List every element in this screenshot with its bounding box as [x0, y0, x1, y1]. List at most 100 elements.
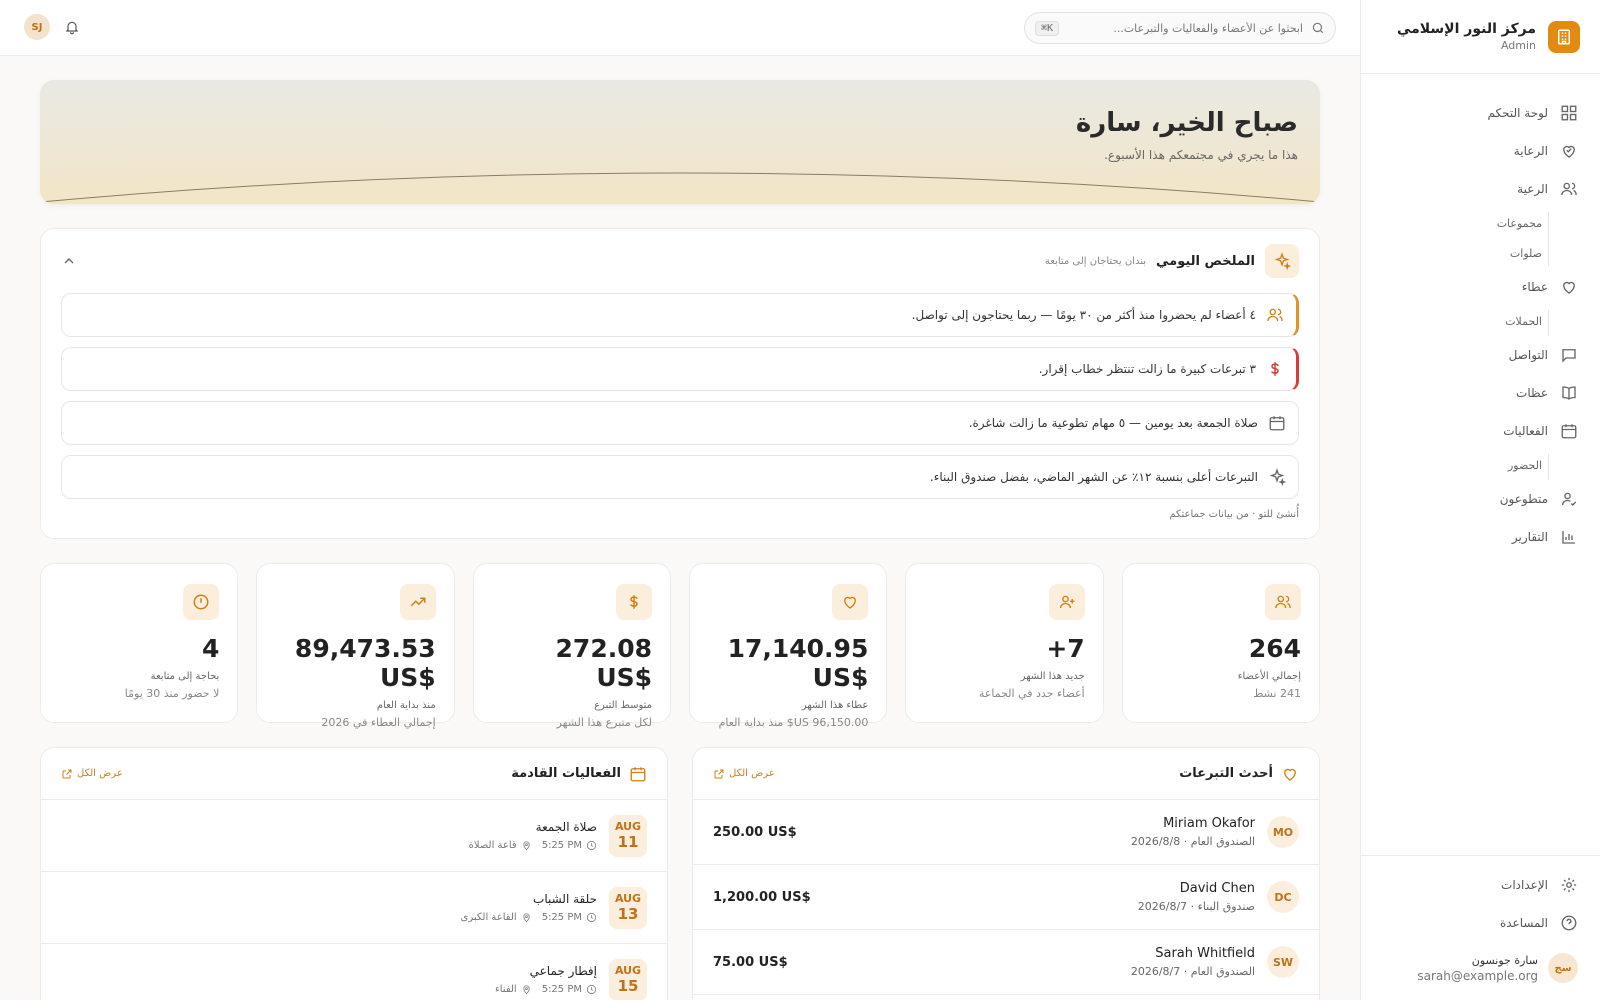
event-row[interactable]: AUG 11 صلاة الجمعة 5:25 PM قاعة الصلاة: [41, 800, 667, 872]
greeting-subtitle: هذا ما يجري في مجتمعكم هذا الأسبوع.: [1104, 148, 1298, 162]
donation-amount: 250.00 US$: [713, 824, 797, 840]
alert-item[interactable]: صلاة الجمعة بعد يومين — ٥ مهام تطوعية ما…: [61, 401, 1299, 445]
nav-sub-prayers[interactable]: صلوات: [1361, 238, 1578, 268]
nav-label: عطاء: [1521, 280, 1548, 294]
nav-sub-campaigns[interactable]: الحملات: [1361, 306, 1578, 336]
nav-help[interactable]: المساعدة: [1360, 904, 1578, 942]
donation-meta: صندوق البناء · 2026/8/7: [1137, 900, 1255, 913]
stats-row: 264 إجمالي الأعضاء 241 نشط +7 جديد هذا ا…: [40, 563, 1320, 729]
summary-title: الملخص اليومي: [1156, 253, 1255, 269]
stat-card-followup[interactable]: 4 بحاجة إلى متابعة لا حضور منذ 30 يومًا: [40, 563, 239, 723]
keyboard-shortcut: ⌘K: [1035, 20, 1060, 36]
nav-sub-attendance[interactable]: الحضور: [1361, 450, 1578, 480]
event-row[interactable]: AUG 13 حلقة الشباب 5:25 PM القاعة الكبرى: [41, 872, 667, 944]
nav-sermons[interactable]: عظات: [1361, 374, 1578, 412]
people-icon: [1265, 584, 1301, 620]
donation-row[interactable]: MO Miriam Okafor الصندوق العام · 2026/8/…: [693, 800, 1319, 865]
dollar-icon: [1271, 362, 1279, 376]
nav-volunteers[interactable]: متطوعون: [1361, 480, 1578, 518]
user-plus-icon: [1048, 584, 1085, 620]
gear-icon: [1561, 877, 1577, 893]
nav-care[interactable]: الرعاية: [1361, 132, 1578, 170]
event-place: القاعة الكبرى: [460, 912, 517, 923]
stat-card-avg-donation[interactable]: 272.08 US$ متوسط التبرع لكل متبرع هذا ال…: [472, 563, 672, 729]
location-icon: [522, 841, 530, 851]
stat-label: جديد هذا الشهر: [1020, 671, 1085, 682]
nav-label: لوحة التحكم: [1487, 106, 1549, 120]
nav-reports[interactable]: التقارير: [1361, 518, 1578, 556]
donation-meta: الصندوق العام · 2026/8/7: [1130, 965, 1255, 978]
donor-avatar: SW: [1267, 946, 1299, 978]
external-link-icon: [714, 769, 724, 778]
search-icon: [1312, 22, 1324, 34]
nav-communication[interactable]: التواصل: [1361, 336, 1578, 374]
nav-label: التقارير: [1511, 530, 1548, 544]
sidebar-bottom: الإعدادات المساعدة سج سارة جونسون sarah@…: [1360, 855, 1600, 1000]
help-icon: [1561, 915, 1577, 931]
nav-events[interactable]: الفعاليات: [1361, 412, 1578, 450]
search-box[interactable]: ⌘K: [1024, 12, 1336, 44]
stat-sub: أعضاء جدد في الجماعة: [978, 687, 1085, 700]
org-name: مركز النور الإسلامي: [1396, 21, 1536, 37]
alert-item[interactable]: التبرعات أعلى بنسبة ١٢٪ عن الشهر الماضي،…: [61, 455, 1299, 499]
recent-donations-panel: أحدث التبرعات عرض الكل MO Miriam Okafor …: [692, 747, 1320, 1000]
event-date-badge: AUG 13: [609, 886, 647, 929]
stat-sub: إجمالي العطاء في 2026: [321, 716, 436, 729]
alert-item[interactable]: ٣ تبرعات كبيرة ما زالت تنتظر خطاب إقرار.: [61, 347, 1299, 391]
bell-icon[interactable]: [64, 19, 80, 35]
stat-sub: لكل متبرع هذا الشهر: [556, 716, 653, 729]
stat-sub: 241 نشط: [1253, 687, 1301, 700]
event-day: 11: [617, 833, 639, 851]
nav-people[interactable]: الرعية: [1361, 170, 1578, 208]
chevron-up-icon[interactable]: [61, 253, 77, 269]
donation-amount: 75.00 US$: [713, 954, 788, 970]
event-time: 5:25 PM: [541, 984, 582, 995]
donor-avatar: MO: [1267, 816, 1299, 848]
main-nav: لوحة التحكم الرعاية الرعية مجموعات صلوات…: [1361, 74, 1600, 556]
settings-label: الإعدادات: [1501, 878, 1548, 892]
heart-icon: [1284, 768, 1296, 781]
stat-sub: 96,150.00 US$ منذ بداية العام: [718, 716, 869, 729]
panel-title: أحدث التبرعات: [1179, 766, 1273, 781]
dollar-icon: [616, 584, 653, 620]
calendar-icon: [630, 766, 646, 781]
nav-settings[interactable]: الإعدادات: [1360, 866, 1578, 904]
stat-value: 264: [1248, 634, 1301, 663]
stat-card-ytd[interactable]: 89,473.53 US$ منذ بداية العام إجمالي الع…: [256, 563, 455, 729]
message-icon: [1562, 349, 1576, 363]
event-row[interactable]: AUG 15 إفطار جماعي 5:25 PM الفناء: [41, 944, 667, 1000]
nav-dashboard[interactable]: لوحة التحكم: [1361, 94, 1578, 132]
event-time: 5:25 PM: [541, 840, 582, 851]
event-date-badge: AUG 15: [609, 958, 647, 1000]
trending-icon: [399, 584, 436, 620]
alert-text: التبرعات أعلى بنسبة ١٢٪ عن الشهر الماضي،…: [929, 470, 1258, 484]
event-month: AUG: [614, 892, 642, 905]
stat-card-members[interactable]: 264 إجمالي الأعضاء 241 نشط: [1121, 563, 1320, 723]
search-input[interactable]: [1067, 21, 1303, 35]
view-all-events-link[interactable]: عرض الكل: [61, 768, 123, 780]
sidebar: مركز النور الإسلامي Admin لوحة التحكم ال…: [1360, 0, 1600, 1000]
user-profile[interactable]: سج سارة جونسون sarah@example.org: [1360, 946, 1578, 990]
panels-row: أحدث التبرعات عرض الكل MO Miriam Okafor …: [40, 747, 1320, 1000]
event-title: حلقة الشباب: [533, 892, 597, 906]
brand[interactable]: مركز النور الإسلامي Admin: [1361, 0, 1600, 74]
donation-meta: الصندوق العام · 2026/8/8: [1130, 835, 1255, 848]
greeting-banner: صباح الخير، سارة هذا ما يجري في مجتمعكم …: [40, 80, 1320, 204]
event-title: صلاة الجمعة: [535, 820, 597, 834]
view-all-label: عرض الكل: [77, 768, 123, 779]
event-title: إفطار جماعي: [529, 964, 597, 978]
donation-row[interactable]: DC David Chen صندوق البناء · 2026/8/7 1,…: [693, 865, 1319, 930]
event-place: الفناء: [495, 984, 517, 995]
alert-item[interactable]: ٤ أعضاء لم يحضروا منذ أكثر من ٣٠ يومًا —…: [61, 293, 1299, 337]
donation-row[interactable]: SW Sarah Whitfield الصندوق العام · 2026/…: [693, 930, 1319, 995]
nav-giving[interactable]: عطاء: [1361, 268, 1578, 306]
view-all-label: عرض الكل: [729, 768, 775, 779]
stat-card-giving-month[interactable]: 17,140.95 US$ عطاء هذا الشهر 96,150.00 U…: [689, 563, 888, 729]
nav-sub-groups[interactable]: مجموعات: [1361, 208, 1578, 238]
stat-card-new[interactable]: +7 جديد هذا الشهر أعضاء جدد في الجماعة: [905, 563, 1104, 723]
user-avatar-button[interactable]: SJ: [24, 14, 50, 40]
view-all-donations-link[interactable]: عرض الكل: [713, 768, 775, 780]
stat-value: 4: [201, 634, 220, 663]
location-icon: [522, 913, 530, 923]
nav-label: الرعية: [1517, 182, 1548, 196]
